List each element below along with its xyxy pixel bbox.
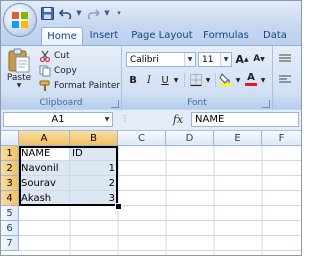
row-header[interactable]: 4 — [1, 191, 19, 206]
formula-bar: A1 ▼ ⋮ fx NAME — [1, 110, 301, 131]
font-size-dropdown-icon[interactable]: ▼ — [220, 53, 231, 66]
font-color-button[interactable]: A — [244, 71, 258, 87]
font-group-label: Font — [122, 97, 272, 109]
office-button[interactable] — [3, 3, 37, 37]
font-size-value: 11 — [202, 55, 214, 65]
italic-button[interactable]: I — [142, 72, 156, 88]
excel-window: ▼ ▼ ▾ Home Insert Page Layout Formulas D… — [0, 0, 302, 256]
clipboard-group-label: Clipboard — [1, 97, 121, 109]
column-header-c[interactable]: C — [118, 131, 166, 146]
name-box-dropdown-icon[interactable]: ▼ — [102, 113, 112, 126]
format-painter-label: Format Painter — [54, 80, 121, 91]
shrink-arrow-icon: ▼ — [260, 55, 265, 63]
bold-button[interactable]: B — [126, 72, 140, 88]
cut-label: Cut — [54, 50, 70, 61]
column-header-b[interactable]: B — [70, 131, 118, 146]
empty-cell-gridlines — [19, 146, 301, 255]
font-color-dropdown-icon[interactable]: ▼ — [259, 72, 267, 88]
shrink-font-label: A — [253, 54, 261, 64]
formula-input[interactable]: NAME — [191, 112, 299, 127]
divider — [215, 73, 216, 87]
font-size-combo[interactable]: 11 ▼ — [198, 52, 232, 67]
name-box-value: A1 — [51, 114, 65, 125]
tab-formulas[interactable]: Formulas — [201, 27, 251, 45]
row-header[interactable]: 5 — [1, 206, 19, 221]
customize-qat-icon[interactable]: ▾ — [113, 5, 125, 21]
row-header[interactable]: 6 — [1, 221, 19, 236]
font-group: Calibri ▼ 11 ▼ A ▲ A ▼ B I U ▼ ▼ ▼ A ▼ F… — [122, 46, 273, 110]
save-icon[interactable] — [39, 5, 55, 21]
font-color-label: A — [247, 71, 255, 83]
fill-color-swatch — [220, 83, 232, 86]
copy-button[interactable]: Copy — [39, 64, 77, 77]
tab-data[interactable]: Data — [259, 27, 291, 45]
align-lines-icon — [279, 54, 291, 62]
paste-icon — [8, 48, 30, 73]
paste-button[interactable]: Paste ▼ — [5, 47, 33, 89]
title-bar: ▼ ▼ ▾ — [1, 1, 301, 25]
font-name-value: Calibri — [130, 55, 159, 65]
row-header[interactable]: 1 — [1, 146, 19, 161]
row-header[interactable]: 7 — [1, 236, 19, 251]
redo-dropdown-icon[interactable]: ▼ — [103, 5, 111, 21]
divider — [184, 73, 185, 87]
tab-page-layout[interactable]: Page Layout — [129, 27, 195, 45]
column-header-e[interactable]: E — [214, 131, 262, 146]
scissors-icon — [39, 50, 51, 62]
paintbrush-icon — [39, 80, 50, 91]
copy-icon — [39, 65, 51, 76]
shrink-font-button[interactable]: A ▼ — [251, 51, 267, 67]
underline-dropdown-icon[interactable]: ▼ — [172, 72, 180, 88]
worksheet-grid: A B C D E F 1 2 3 4 5 6 7 NAME ID Navoni… — [1, 131, 301, 255]
align-left-icon — [279, 75, 291, 83]
quick-access-toolbar: ▼ ▼ ▾ — [39, 4, 125, 22]
paste-dropdown-icon[interactable]: ▼ — [17, 83, 22, 89]
paint-bucket-icon — [219, 73, 232, 86]
grow-font-button[interactable]: A ▲ — [234, 51, 250, 67]
row-header[interactable]: 2 — [1, 161, 19, 176]
underline-button[interactable]: U — [158, 72, 172, 88]
clipboard-dialog-launcher-icon[interactable] — [111, 100, 119, 108]
undo-icon[interactable] — [57, 5, 73, 21]
column-header-d[interactable]: D — [166, 131, 214, 146]
fill-handle[interactable] — [115, 203, 122, 210]
alignment-group — [273, 46, 301, 110]
fill-color-dropdown-icon[interactable]: ▼ — [234, 72, 242, 88]
undo-dropdown-icon[interactable]: ▼ — [75, 5, 83, 21]
tab-home[interactable]: Home — [41, 27, 83, 46]
redo-icon[interactable] — [85, 5, 101, 21]
alignment-group-label — [273, 97, 301, 109]
fill-color-button[interactable] — [218, 71, 234, 87]
font-name-combo[interactable]: Calibri ▼ — [126, 52, 196, 67]
align-top-button[interactable] — [277, 51, 293, 67]
column-header-f[interactable]: F — [262, 131, 301, 146]
tab-insert[interactable]: Insert — [85, 27, 123, 45]
font-dialog-launcher-icon[interactable] — [262, 100, 270, 108]
column-header-a[interactable]: A — [19, 131, 70, 146]
clipboard-group: Paste ▼ Cut Copy Format Painter Clipboar… — [1, 46, 122, 110]
grow-arrow-icon: ▲ — [243, 55, 249, 63]
cut-button[interactable]: Cut — [39, 49, 70, 62]
ribbon-tabs: Home Insert Page Layout Formulas Data — [1, 25, 301, 46]
name-box[interactable]: A1 ▼ — [3, 112, 113, 127]
font-name-dropdown-icon[interactable]: ▼ — [184, 53, 195, 66]
copy-label: Copy — [54, 65, 77, 76]
ribbon: Paste ▼ Cut Copy Format Painter Clipboar… — [1, 45, 301, 111]
select-all-button[interactable] — [1, 131, 19, 146]
align-left-button[interactable] — [277, 72, 293, 88]
borders-button[interactable] — [188, 72, 204, 88]
formula-bar-grip-icon: ⋮ — [121, 114, 129, 123]
grow-font-label: A — [235, 52, 244, 66]
insert-function-button[interactable]: fx — [167, 112, 189, 127]
office-logo-icon — [12, 12, 28, 28]
format-painter-button[interactable]: Format Painter — [39, 79, 120, 92]
borders-icon — [190, 74, 202, 86]
row-header[interactable]: 3 — [1, 176, 19, 191]
font-color-swatch — [245, 82, 257, 86]
borders-dropdown-icon[interactable]: ▼ — [204, 72, 212, 88]
